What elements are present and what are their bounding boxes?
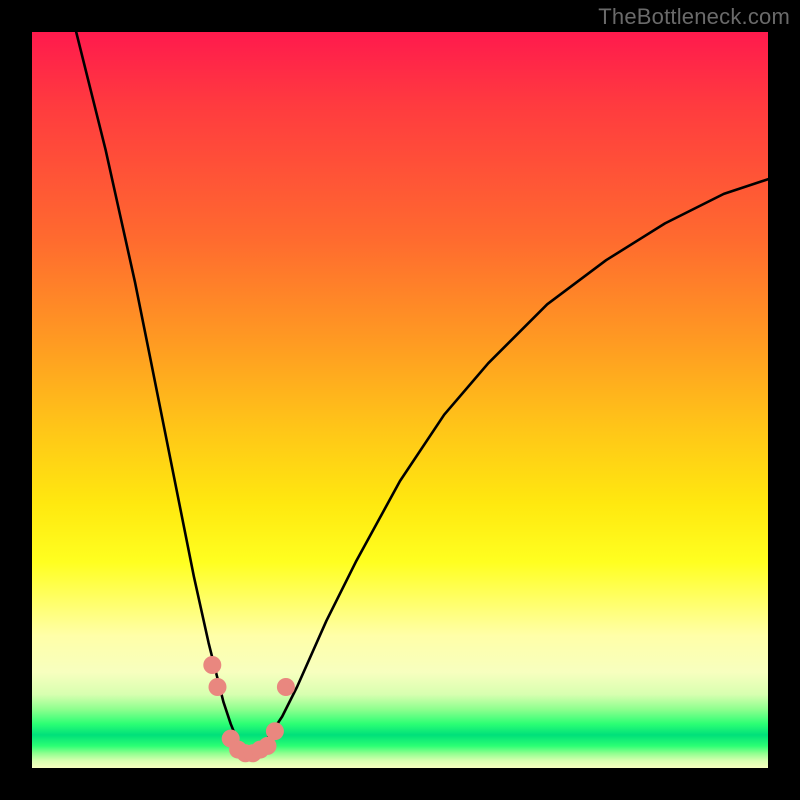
plot-area <box>32 32 768 768</box>
watermark-text: TheBottleneck.com <box>598 4 790 30</box>
marker-point <box>203 656 221 674</box>
marker-point <box>209 678 227 696</box>
marker-point <box>277 678 295 696</box>
marker-point <box>266 722 284 740</box>
highlighted-points <box>32 32 768 768</box>
chart-frame: TheBottleneck.com <box>0 0 800 800</box>
